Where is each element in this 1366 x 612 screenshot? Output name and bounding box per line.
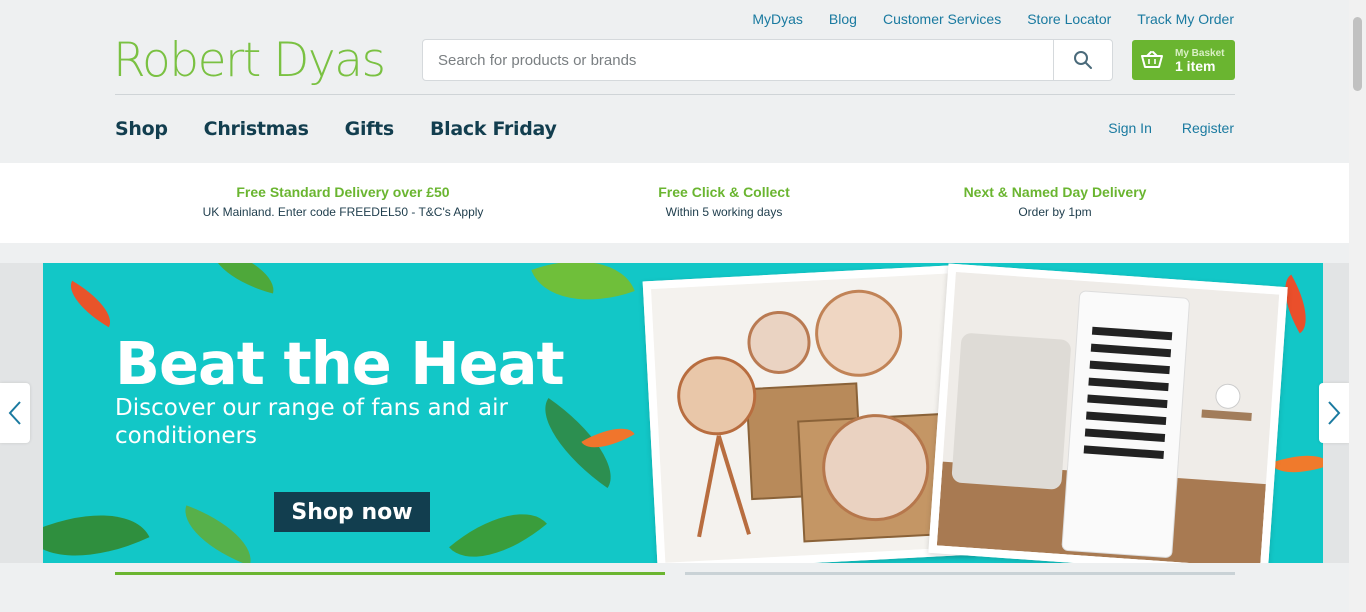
util-link-blog[interactable]: Blog xyxy=(829,11,857,27)
util-link-store-locator[interactable]: Store Locator xyxy=(1027,11,1111,27)
leaf-decoration xyxy=(205,263,281,294)
carousel-indicator[interactable] xyxy=(685,572,1235,575)
sign-in-link[interactable]: Sign In xyxy=(1108,120,1152,136)
search-icon xyxy=(1074,51,1092,69)
basket-button[interactable]: My Basket 1 item xyxy=(1132,40,1235,80)
utility-links: MyDyas Blog Customer Services Store Loca… xyxy=(726,11,1234,27)
page-scrollbar[interactable] xyxy=(1349,0,1366,612)
fans-product-image xyxy=(642,264,976,563)
register-link[interactable]: Register xyxy=(1182,120,1234,136)
carousel-prev-button[interactable] xyxy=(0,383,30,443)
air-conditioner-product-image xyxy=(928,263,1288,563)
site-logo[interactable]: Robert Dyas xyxy=(113,33,386,89)
usp-title: Free Click & Collect xyxy=(658,184,790,200)
util-link-mydyas[interactable]: MyDyas xyxy=(752,11,803,27)
usp-title: Free Standard Delivery over £50 xyxy=(236,184,450,200)
scrollbar-thumb[interactable] xyxy=(1353,17,1362,91)
usp-sub: Within 5 working days xyxy=(665,205,783,219)
usp-sub: UK Mainland. Enter code FREEDEL50 - T&C'… xyxy=(202,205,484,219)
site-header: MyDyas Blog Customer Services Store Loca… xyxy=(0,0,1349,163)
header-divider xyxy=(115,94,1235,95)
usp-click-collect[interactable]: Free Click & Collect Within 5 working da… xyxy=(604,184,844,219)
nav-shop[interactable]: Shop xyxy=(115,118,168,140)
shop-now-button[interactable]: Shop now xyxy=(274,492,430,532)
account-links: Sign In Register xyxy=(1078,120,1234,136)
usp-free-delivery[interactable]: Free Standard Delivery over £50 UK Mainl… xyxy=(183,184,503,219)
main-nav: Shop Christmas Gifts Black Friday xyxy=(115,118,593,140)
search-bar xyxy=(422,39,1113,81)
flower-decoration xyxy=(1270,444,1323,484)
chevron-right-icon xyxy=(1328,401,1341,425)
chevron-left-icon xyxy=(8,401,21,425)
hero-carousel: Beat the Heat Discover our range of fans… xyxy=(0,263,1349,563)
hero-title: Beat the Heat xyxy=(115,329,565,398)
leaf-decoration xyxy=(531,263,635,322)
search-button[interactable] xyxy=(1053,40,1112,80)
util-link-customer-services[interactable]: Customer Services xyxy=(883,11,1001,27)
flower-decoration xyxy=(61,280,120,328)
leaf-decoration xyxy=(174,505,262,563)
basket-count: 1 item xyxy=(1175,58,1216,74)
fans-illustration xyxy=(651,273,967,563)
usp-bar: Free Standard Delivery over £50 UK Mainl… xyxy=(0,163,1349,243)
carousel-indicator-active[interactable] xyxy=(115,572,665,575)
search-input[interactable] xyxy=(423,40,1053,80)
nav-black-friday[interactable]: Black Friday xyxy=(430,118,557,140)
air-conditioner-illustration xyxy=(936,272,1280,563)
nav-christmas[interactable]: Christmas xyxy=(204,118,309,140)
hero-banner[interactable]: Beat the Heat Discover our range of fans… xyxy=(43,263,1323,563)
carousel-indicators xyxy=(115,572,1235,575)
leaf-decoration xyxy=(449,489,547,563)
carousel-next-button[interactable] xyxy=(1319,383,1349,443)
hero-subtitle: Discover our range of fans and air condi… xyxy=(115,395,508,449)
usp-next-day[interactable]: Next & Named Day Delivery Order by 1pm xyxy=(935,184,1175,219)
util-link-track-order[interactable]: Track My Order xyxy=(1137,11,1234,27)
usp-title: Next & Named Day Delivery xyxy=(963,184,1147,200)
nav-gifts[interactable]: Gifts xyxy=(345,118,395,140)
usp-sub: Order by 1pm xyxy=(1018,205,1092,219)
leaf-decoration xyxy=(43,487,150,563)
basket-icon xyxy=(1141,51,1163,68)
